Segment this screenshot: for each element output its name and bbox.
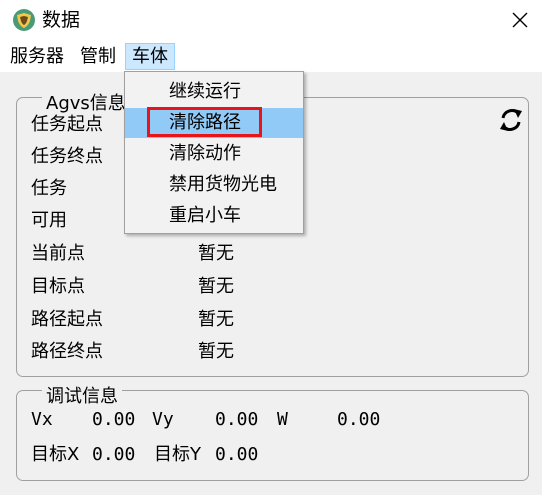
label-target-x: 目标X (31, 444, 80, 465)
value-path-start: 暂无 (198, 309, 234, 330)
vehicle-dropdown-menu: 继续运行 清除路径 清除动作 禁用货物光电 重启小车 (124, 71, 304, 234)
shield-logo-icon (13, 9, 35, 31)
window-title: 数据 (42, 9, 81, 31)
value-w: 0.00 (337, 409, 381, 430)
value-vy: 0.00 (215, 409, 259, 430)
agv-info-title: Agvs信息 (42, 93, 130, 115)
close-button[interactable] (498, 0, 542, 40)
menu-item-disable-cargo-sensor[interactable]: 禁用货物光电 (125, 170, 303, 200)
menu-item-continue-run[interactable]: 继续运行 (125, 77, 303, 107)
label-vx: Vx (31, 409, 53, 430)
label-task-start: 任务起点 (31, 114, 103, 135)
value-target-y: 0.00 (215, 444, 259, 465)
value-target-x: 0.00 (92, 444, 136, 465)
label-current-point: 当前点 (31, 243, 85, 264)
refresh-icon[interactable] (497, 106, 525, 134)
menu-vehicle[interactable]: 车体 (125, 43, 175, 70)
menu-bar: 服务器 管制 车体 (0, 40, 542, 72)
close-icon (512, 12, 528, 28)
label-task: 任务 (31, 178, 67, 199)
label-path-start: 路径起点 (31, 309, 103, 330)
menu-server[interactable]: 服务器 (4, 43, 70, 70)
menu-item-clear-path[interactable]: 清除路径 (125, 108, 303, 138)
value-current-point: 暂无 (198, 243, 234, 264)
label-w: W (277, 409, 288, 430)
menu-control[interactable]: 管制 (74, 43, 122, 70)
label-vy: Vy (152, 409, 174, 430)
menu-item-clear-action[interactable]: 清除动作 (125, 139, 303, 169)
label-available: 可用 (31, 210, 67, 231)
label-task-end: 任务终点 (31, 146, 103, 167)
title-bar: 数据 (0, 0, 542, 40)
value-target-point: 暂无 (198, 276, 234, 297)
label-target-y: 目标Y (154, 444, 201, 465)
menu-item-restart-vehicle[interactable]: 重启小车 (125, 201, 303, 231)
label-target-point: 目标点 (31, 276, 85, 297)
value-vx: 0.00 (92, 409, 136, 430)
value-path-end: 暂无 (198, 341, 234, 362)
debug-info-title: 调试信息 (42, 386, 122, 408)
label-path-end: 路径终点 (31, 341, 103, 362)
